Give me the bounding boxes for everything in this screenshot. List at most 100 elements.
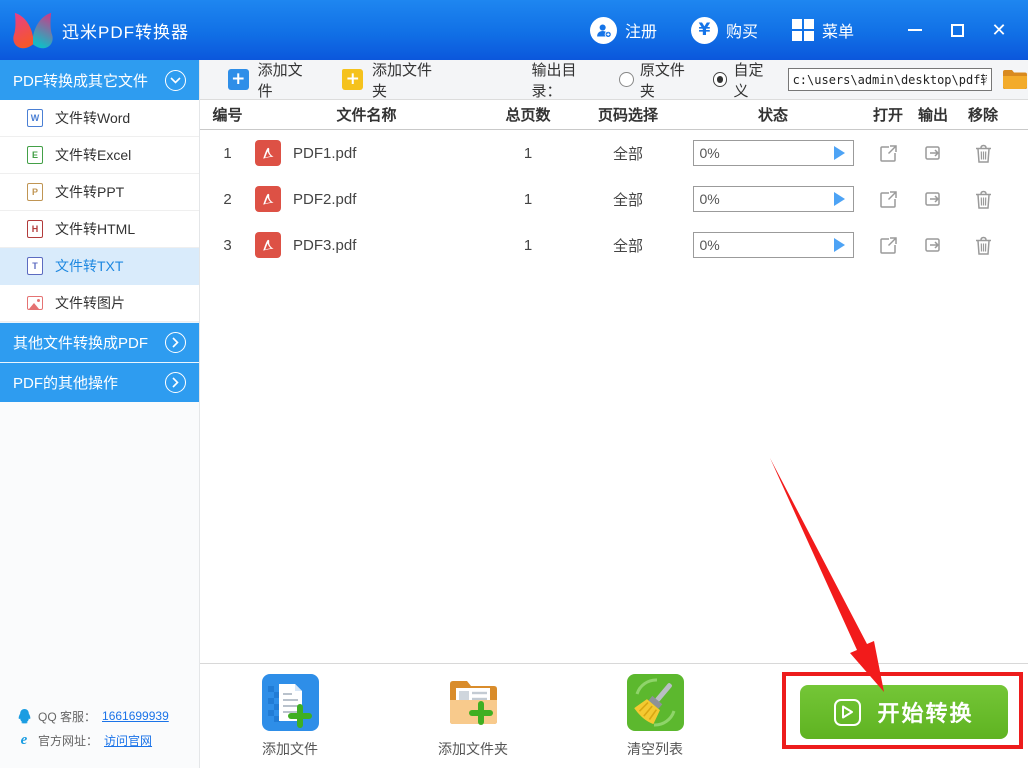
chevron-down-icon xyxy=(165,69,186,91)
clear-list-button[interactable]: 清空列表 xyxy=(600,674,710,759)
row-num: 3 xyxy=(223,236,232,254)
file-name: PDF1.pdf xyxy=(293,144,357,162)
close-icon: ✕ xyxy=(991,20,1007,40)
radio-circle-icon xyxy=(619,72,634,87)
progress-bar[interactable]: 0% xyxy=(692,232,854,258)
add-folder-button[interactable]: + 添加文件夹 xyxy=(342,59,445,101)
row-name-cell: PDF3.pdf xyxy=(255,232,478,258)
pdf-file-icon xyxy=(255,186,281,212)
open-file-button[interactable] xyxy=(868,144,908,163)
row-page-range[interactable]: 全部 xyxy=(578,143,678,164)
chevron-right-icon xyxy=(165,372,186,393)
site-label: 官方网址： xyxy=(38,733,99,748)
progress-value: 0% xyxy=(699,145,720,161)
output-dir-label: 输出目录： xyxy=(531,61,577,100)
qq-icon xyxy=(16,708,32,724)
browse-folder-icon[interactable] xyxy=(1002,69,1028,90)
maximize-icon xyxy=(950,23,964,37)
remove-file-button[interactable] xyxy=(958,144,1008,163)
add-file-big-button[interactable]: 添加文件 xyxy=(235,674,345,759)
main-area: + 添加文件 + 添加文件夹 输出目录： 原文件夹 自定义 c:\users\a… xyxy=(200,60,1028,768)
add-folder-big-icon xyxy=(445,674,502,731)
radio-original-folder[interactable]: 原文件夹 xyxy=(619,59,699,101)
word-file-icon: W xyxy=(27,109,43,127)
open-file-button[interactable] xyxy=(868,236,908,255)
sidebar-item-html[interactable]: H 文件转HTML xyxy=(0,211,199,248)
row-pages: 1 xyxy=(523,190,533,208)
excel-file-icon: E xyxy=(27,146,43,164)
pdf-file-icon xyxy=(255,140,281,166)
register-button[interactable]: 注册 xyxy=(589,16,657,44)
row-status-cell: 0% xyxy=(678,140,868,166)
qq-label: QQ 客服： xyxy=(38,709,97,724)
row-status-cell: 0% xyxy=(678,232,868,258)
row-page-range[interactable]: 全部 xyxy=(578,189,678,210)
start-convert-button[interactable]: 开始转换 xyxy=(800,685,1008,739)
col-range: 页码选择 xyxy=(597,107,658,124)
qq-number-link[interactable]: 1661699939 xyxy=(102,709,169,723)
sidebar-section-other-to-pdf[interactable]: 其他文件转换成PDF xyxy=(0,322,199,362)
minimize-button[interactable] xyxy=(900,15,930,45)
col-pages: 总页数 xyxy=(505,107,551,124)
section-label: 其他文件转换成PDF xyxy=(13,335,149,352)
maximize-button[interactable] xyxy=(942,15,972,45)
browser-icon: e xyxy=(20,731,28,748)
chevron-right-icon xyxy=(165,332,186,353)
sidebar-section-pdf-to-other[interactable]: PDF转换成其它文件 xyxy=(0,60,199,100)
sidebar-item-excel[interactable]: E 文件转Excel xyxy=(0,137,199,174)
radio-custom-folder[interactable]: 自定义 xyxy=(712,59,778,101)
open-file-button[interactable] xyxy=(868,190,908,209)
start-convert-label: 开始转换 xyxy=(877,701,974,726)
buy-button[interactable]: ¥ 购买 xyxy=(690,16,758,44)
col-num: 编号 xyxy=(212,107,243,124)
menu-button[interactable]: 菜单 xyxy=(791,18,854,42)
col-open: 打开 xyxy=(872,107,903,124)
table-row: 2 PDF2.pdf 1 全部 0% xyxy=(200,176,1028,222)
col-output: 输出 xyxy=(917,107,948,124)
output-folder-button[interactable] xyxy=(908,236,958,254)
progress-value: 0% xyxy=(699,191,720,207)
remove-file-button[interactable] xyxy=(958,190,1008,209)
row-num: 2 xyxy=(223,190,232,208)
sidebar-item-label: 文件转HTML xyxy=(55,221,136,237)
image-file-icon xyxy=(27,296,43,310)
radio-custom-label: 自定义 xyxy=(733,61,764,100)
output-path-input[interactable] xyxy=(787,68,993,91)
clear-list-label: 清空列表 xyxy=(627,741,683,757)
col-remove: 移除 xyxy=(967,107,998,124)
row-status-cell: 0% xyxy=(678,186,868,212)
file-name: PDF3.pdf xyxy=(293,236,357,254)
sidebar-item-label: 文件转Excel xyxy=(55,147,132,163)
sidebar-section-pdf-ops[interactable]: PDF的其他操作 xyxy=(0,362,199,402)
sidebar-item-image[interactable]: 文件转图片 xyxy=(0,285,199,322)
close-button[interactable]: ✕ xyxy=(984,15,1014,45)
radio-dot-icon xyxy=(712,72,728,87)
row-pages: 1 xyxy=(523,144,533,162)
add-folder-big-button[interactable]: 添加文件夹 xyxy=(418,674,528,759)
clear-list-icon xyxy=(626,674,684,731)
sidebar-item-label: 文件转TXT xyxy=(55,258,124,274)
sidebar-item-word[interactable]: W 文件转Word xyxy=(0,100,199,137)
play-icon xyxy=(834,698,862,726)
col-name: 文件名称 xyxy=(336,107,397,124)
progress-bar[interactable]: 0% xyxy=(692,140,854,166)
row-page-range[interactable]: 全部 xyxy=(578,235,678,256)
table-row: 1 PDF1.pdf 1 全部 0% xyxy=(200,130,1028,176)
output-folder-button[interactable] xyxy=(908,144,958,162)
ppt-file-icon: P xyxy=(27,183,43,201)
sidebar-item-txt[interactable]: T 文件转TXT xyxy=(0,248,199,285)
progress-bar[interactable]: 0% xyxy=(692,186,854,212)
remove-file-button[interactable] xyxy=(958,236,1008,255)
output-folder-button[interactable] xyxy=(908,190,958,208)
add-folder-big-label: 添加文件夹 xyxy=(438,741,508,757)
sidebar-item-ppt[interactable]: P 文件转PPT xyxy=(0,174,199,211)
buy-label: 购买 xyxy=(725,24,758,41)
menu-grid-icon xyxy=(791,19,814,41)
titlebar: 迅米PDF转换器 注册 ¥ 购买 菜单 ✕ xyxy=(0,0,1028,60)
official-site-link[interactable]: 访问官网 xyxy=(104,732,152,749)
sidebar-footer: QQ 客服： 1661699939 e 官方网址： 访问官网 xyxy=(0,704,199,768)
add-file-button[interactable]: + 添加文件 xyxy=(228,59,316,101)
section-label: PDF转换成其它文件 xyxy=(13,72,149,90)
sidebar-item-label: 文件转Word xyxy=(55,110,131,126)
add-file-big-label: 添加文件 xyxy=(262,741,318,757)
